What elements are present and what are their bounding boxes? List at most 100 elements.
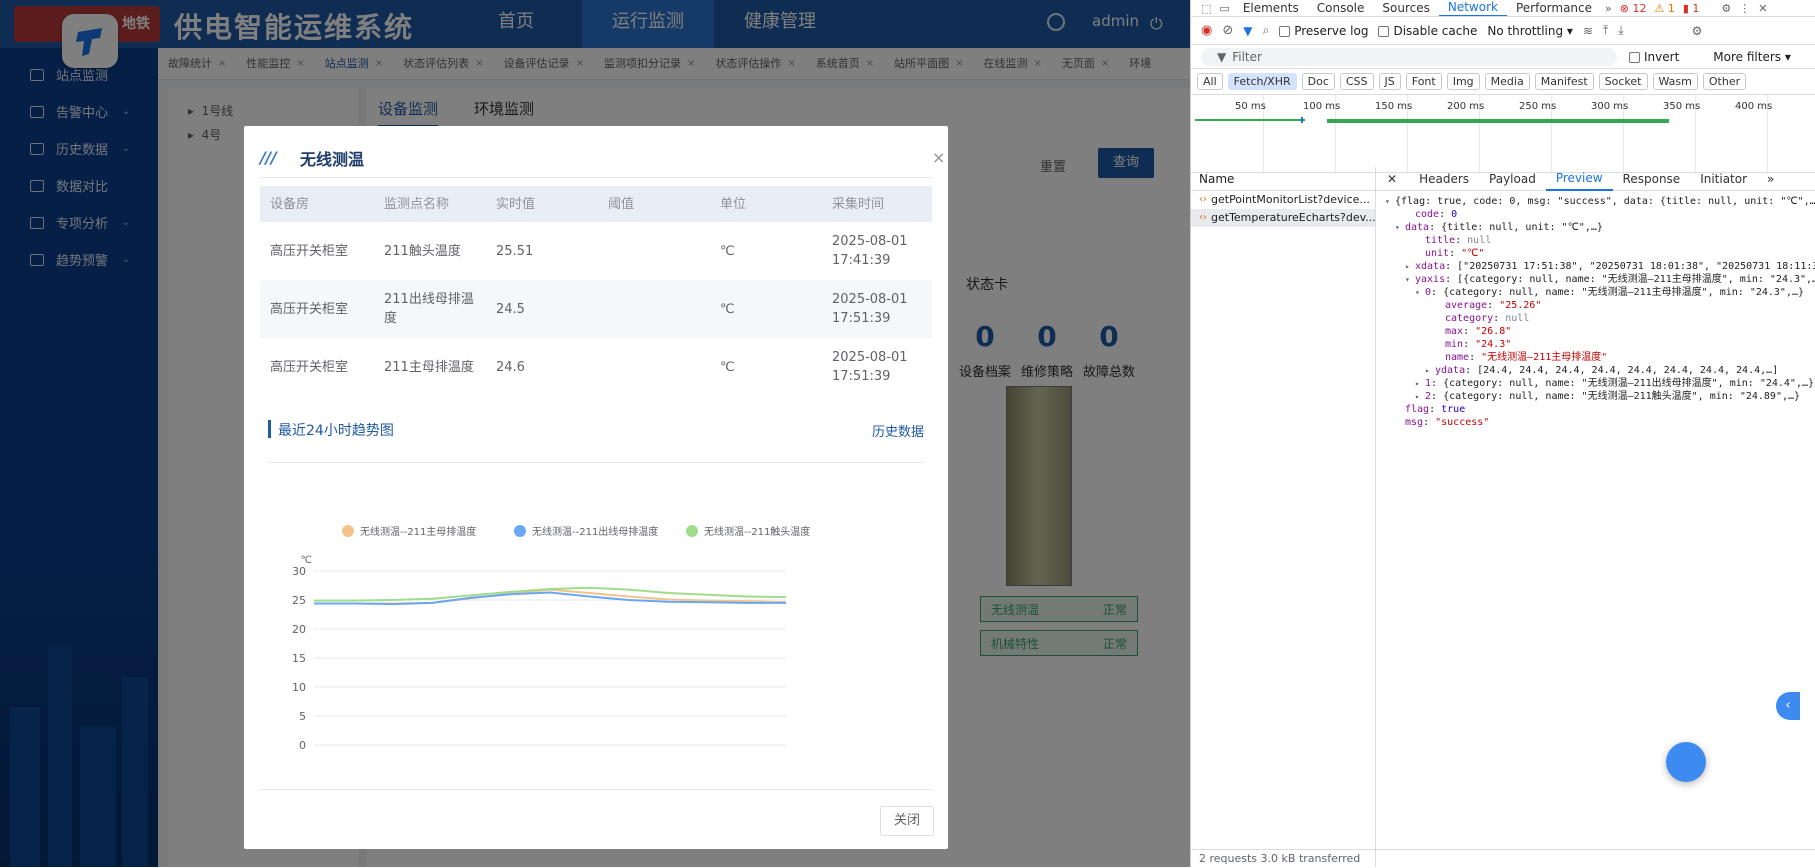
- chip-fetch-xhr[interactable]: Fetch/XHR: [1227, 73, 1297, 90]
- app-window: 地铁 供电智能运维系统 首页 运行监测 健康管理 admin ⏻ 站点监测 告警…: [0, 0, 1190, 867]
- json-line[interactable]: ▸ 1: {category: null, name: "无线测温—211出线母排…: [1377, 377, 1815, 390]
- monitor-table: 设备房 监测点名称 实时值 阈值 单位 采集时间 高压开关柜室 211触头温度 …: [260, 186, 932, 396]
- clear-icon[interactable]: ⊘: [1222, 23, 1233, 38]
- timeline-label: 350 ms: [1663, 101, 1701, 112]
- request-item[interactable]: ‹› getPointMonitorList?device...: [1191, 191, 1375, 209]
- series-line: [314, 586, 787, 602]
- record-icon[interactable]: ◉: [1201, 23, 1212, 38]
- network-status-bar: 2 requests 3.0 kB transferred: [1191, 849, 1815, 867]
- gear-icon[interactable]: ⚙: [1717, 2, 1735, 15]
- disable-cache-checkbox[interactable]: Disable cache: [1378, 24, 1477, 38]
- tab-preview[interactable]: Preview: [1545, 167, 1613, 191]
- json-line[interactable]: ▸ 2: {category: null, name: "无线测温—211触头温度…: [1377, 390, 1815, 403]
- warning-icon[interactable]: ⚠ 1: [1650, 2, 1678, 15]
- more-tabs-icon[interactable]: »: [1601, 2, 1616, 15]
- timeline-label: 400 ms: [1735, 101, 1773, 112]
- dialog-footer-divider: [260, 789, 932, 790]
- y-tick-label: 20: [292, 623, 306, 636]
- tab-console[interactable]: Console: [1308, 0, 1374, 16]
- json-line: msg: "success": [1405, 417, 1490, 428]
- chevron-left-icon[interactable]: ‹: [1776, 692, 1800, 720]
- json-line: category: null: [1445, 313, 1530, 324]
- tab-initiator[interactable]: Initiator: [1690, 168, 1757, 190]
- tab-sources[interactable]: Sources: [1373, 0, 1438, 16]
- more-filters-dropdown[interactable]: More filters ▾: [1713, 50, 1791, 64]
- json-line: max: "26.8": [1445, 326, 1512, 337]
- table-row[interactable]: 高压开关柜室 211主母排温度 24.6 ℃ 2025-08-01 17:51:3…: [260, 338, 932, 396]
- devtools-panel: ⬚ ▭ Elements Console Sources Network Per…: [1190, 0, 1815, 867]
- tab-headers[interactable]: Headers: [1409, 168, 1479, 190]
- table-row[interactable]: 高压开关柜室 211触头温度 25.51 ℃ 2025-08-01 17:41:3…: [260, 222, 932, 280]
- y-tick-label: 0: [299, 739, 306, 752]
- close-icon[interactable]: ✕: [1387, 168, 1409, 190]
- dialog-header: / / / 无线测温 ×: [260, 138, 945, 178]
- network-overview[interactable]: 50 ms 100 ms 150 ms 200 ms 250 ms 300 ms…: [1191, 95, 1815, 173]
- chip-wasm[interactable]: Wasm: [1652, 73, 1698, 90]
- legend-marker: [686, 525, 698, 537]
- tab-performance[interactable]: Performance: [1507, 0, 1601, 16]
- close-icon[interactable]: ✕: [1754, 2, 1771, 15]
- y-tick-label: 25: [292, 594, 306, 607]
- tab-elements[interactable]: Elements: [1234, 0, 1308, 16]
- search-icon[interactable]: ⌕: [1262, 23, 1269, 38]
- json-line[interactable]: ▸ xdata: ["20250731 17:51:38", "20250731 …: [1377, 260, 1815, 273]
- upload-icon[interactable]: ⤒: [1603, 23, 1608, 38]
- timeline-label: 100 ms: [1303, 101, 1341, 112]
- chip-manifest[interactable]: Manifest: [1534, 73, 1594, 90]
- json-line: min: "24.3": [1445, 339, 1512, 350]
- legend-label: 无线测温--211主母排温度: [360, 525, 476, 538]
- chip-img[interactable]: Img: [1446, 73, 1480, 90]
- chip-font[interactable]: Font: [1405, 73, 1442, 90]
- network-toolbar: ◉ ⊘ ▼ ⌕ Preserve log Disable cache No th…: [1191, 17, 1815, 45]
- preserve-log-checkbox[interactable]: Preserve log: [1279, 24, 1368, 38]
- issues-icon[interactable]: ▮ 1: [1679, 2, 1704, 15]
- json-line[interactable]: ▾ 0: {category: null, name: "无线测温—211主母排温…: [1377, 286, 1815, 299]
- y-tick-label: 5: [299, 710, 306, 723]
- download-icon[interactable]: ⤓: [1618, 23, 1623, 38]
- device-toggle-icon[interactable]: ▭: [1215, 2, 1233, 15]
- chip-css[interactable]: CSS: [1339, 73, 1374, 90]
- wifi-icon[interactable]: ≋: [1583, 24, 1593, 38]
- chip-all[interactable]: All: [1197, 73, 1223, 90]
- name-column-header[interactable]: Name: [1191, 167, 1375, 191]
- gear-icon[interactable]: ⚙: [1692, 24, 1703, 38]
- detail-tabs: ✕ Headers Payload Preview Response Initi…: [1377, 167, 1815, 191]
- timeline-label: 50 ms: [1235, 101, 1266, 112]
- json-preview[interactable]: ▾ {flag: true, code: 0, msg: "success", d…: [1377, 191, 1815, 429]
- tab-network[interactable]: Network: [1438, 0, 1507, 16]
- more-tabs-icon[interactable]: »: [1757, 168, 1784, 190]
- table-row[interactable]: 高压开关柜室 211出线母排温度 24.5 ℃ 2025-08-01 17:51:…: [260, 280, 932, 338]
- y-tick-label: 15: [292, 652, 306, 665]
- timeline-label: 250 ms: [1519, 101, 1557, 112]
- json-line: unit: "℃": [1425, 248, 1485, 259]
- chip-socket[interactable]: Socket: [1598, 73, 1648, 90]
- close-button[interactable]: 关闭: [880, 806, 934, 836]
- json-line[interactable]: ▾ {flag: true, code: 0, msg: "success", d…: [1377, 195, 1815, 208]
- chip-doc[interactable]: Doc: [1301, 73, 1335, 90]
- json-line[interactable]: ▸ ydata: [24.4, 24.4, 24.4, 24.4, 24.4, 2…: [1377, 364, 1815, 377]
- error-icon[interactable]: ⊗ 12: [1616, 2, 1651, 15]
- close-icon[interactable]: ×: [932, 148, 945, 167]
- legend-marker: [342, 525, 354, 537]
- section-accent: [268, 420, 271, 438]
- chip-other[interactable]: Other: [1702, 73, 1747, 90]
- tab-response[interactable]: Response: [1613, 168, 1691, 190]
- request-item-selected[interactable]: ‹› getTemperatureEcharts?dev...: [1191, 209, 1375, 227]
- json-line[interactable]: ▾ data: {title: null, unit: "℃",…}: [1377, 221, 1815, 234]
- dialog-title: 无线测温: [300, 150, 365, 169]
- json-line: average: "25.26": [1445, 300, 1542, 311]
- filter-input[interactable]: ▼ Filter: [1201, 47, 1617, 66]
- tab-payload[interactable]: Payload: [1479, 168, 1546, 190]
- kebab-menu-icon[interactable]: ⋮: [1735, 2, 1754, 15]
- chip-js[interactable]: JS: [1378, 73, 1401, 90]
- inspect-icon[interactable]: ⬚: [1197, 2, 1215, 15]
- history-data-link[interactable]: 历史数据: [872, 421, 924, 440]
- filter-icon[interactable]: ▼: [1243, 24, 1252, 38]
- timeline-label: 200 ms: [1447, 101, 1485, 112]
- legend-label: 无线测温--211触头温度: [704, 525, 810, 538]
- invert-checkbox[interactable]: Invert: [1629, 50, 1679, 64]
- chip-media[interactable]: Media: [1484, 73, 1530, 90]
- floating-action-button[interactable]: [1666, 742, 1706, 782]
- throttling-select[interactable]: No throttling ▾: [1487, 24, 1573, 38]
- json-line[interactable]: ▾ yaxis: [{category: null, name: "无线测温—21…: [1377, 273, 1815, 286]
